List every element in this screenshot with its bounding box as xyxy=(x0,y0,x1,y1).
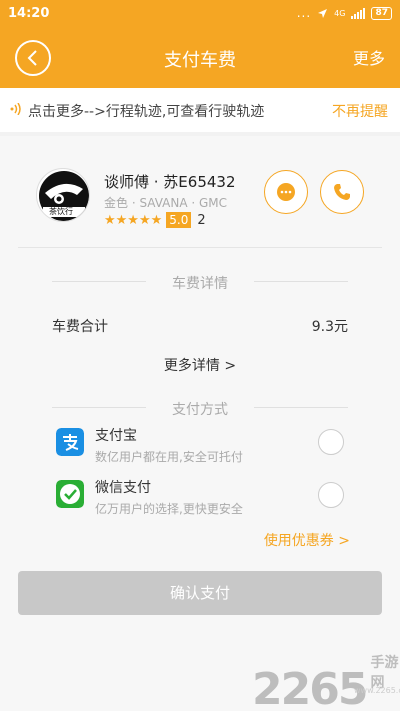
top-bar: 14:20 ... 4G 87 支付车费 更多 xyxy=(0,0,400,88)
driver-rating: ★★★★★ 5.0 2 xyxy=(104,212,206,228)
fare-total-label: 车费合计 xyxy=(52,319,108,335)
status-time: 14:20 xyxy=(8,6,50,21)
fare-total-value: 9.3元 xyxy=(311,319,348,335)
status-indicators: ... 4G 87 xyxy=(297,6,392,20)
network-label: 4G xyxy=(334,8,346,18)
divider xyxy=(18,247,382,248)
payment-option-name: 支付宝 xyxy=(95,428,137,444)
alipay-icon xyxy=(56,428,84,456)
wechat-radio[interactable] xyxy=(318,482,344,508)
more-details-link[interactable]: 更多详情 > xyxy=(0,355,400,375)
rating-count: 2 xyxy=(197,212,206,228)
watermark-logo: 2265 手游网 xyxy=(252,652,400,711)
rating-badge: 5.0 xyxy=(166,212,192,228)
location-icon xyxy=(318,8,328,18)
battery-icon: 87 xyxy=(371,6,392,20)
phone-icon xyxy=(334,184,350,200)
star-rating-icons: ★★★★★ xyxy=(104,212,163,228)
more-button[interactable]: 更多 xyxy=(353,45,385,69)
payment-option-name: 微信支付 xyxy=(95,480,151,496)
driver-name: 谈师傅 · 苏E65432 xyxy=(104,173,236,191)
company-logo-text: 茶饮行 xyxy=(49,207,73,216)
payment-section-title: 支付方式 xyxy=(172,402,228,418)
status-bar: 14:20 ... 4G 87 xyxy=(0,0,400,28)
alipay-radio[interactable] xyxy=(318,429,344,455)
payment-option-desc: 亿万用户的选择,更快更安全 xyxy=(95,502,243,516)
watermark-number: 2265 xyxy=(252,664,368,711)
page-title: 支付车费 xyxy=(164,50,236,71)
status-dots: ... xyxy=(296,6,312,20)
dismiss-notice-button[interactable]: 不再提醒 xyxy=(332,101,388,121)
chat-icon xyxy=(277,183,295,201)
message-driver-button[interactable] xyxy=(264,170,308,214)
signal-icon xyxy=(351,7,366,19)
section-line xyxy=(254,407,348,408)
car-info: 金色 · SAVANA · GMC xyxy=(104,196,228,210)
wechat-pay-icon xyxy=(56,480,84,508)
section-line xyxy=(254,281,348,282)
watermark-url: www.2265.com xyxy=(354,686,400,695)
notice-bar: 点击更多-->行程轨迹,可查看行驶轨迹 不再提醒 xyxy=(0,88,400,132)
use-coupon-link[interactable]: 使用优惠券 > xyxy=(264,530,350,550)
call-driver-button[interactable] xyxy=(320,170,364,214)
notice-text: 点击更多-->行程轨迹,可查看行驶轨迹 xyxy=(28,104,265,120)
fare-section-title: 车费详情 xyxy=(172,276,228,292)
confirm-payment-button[interactable]: 确认支付 xyxy=(18,571,382,615)
payment-option-desc: 数亿用户都在用,安全可托付 xyxy=(95,450,243,464)
broadcast-icon xyxy=(10,103,21,115)
